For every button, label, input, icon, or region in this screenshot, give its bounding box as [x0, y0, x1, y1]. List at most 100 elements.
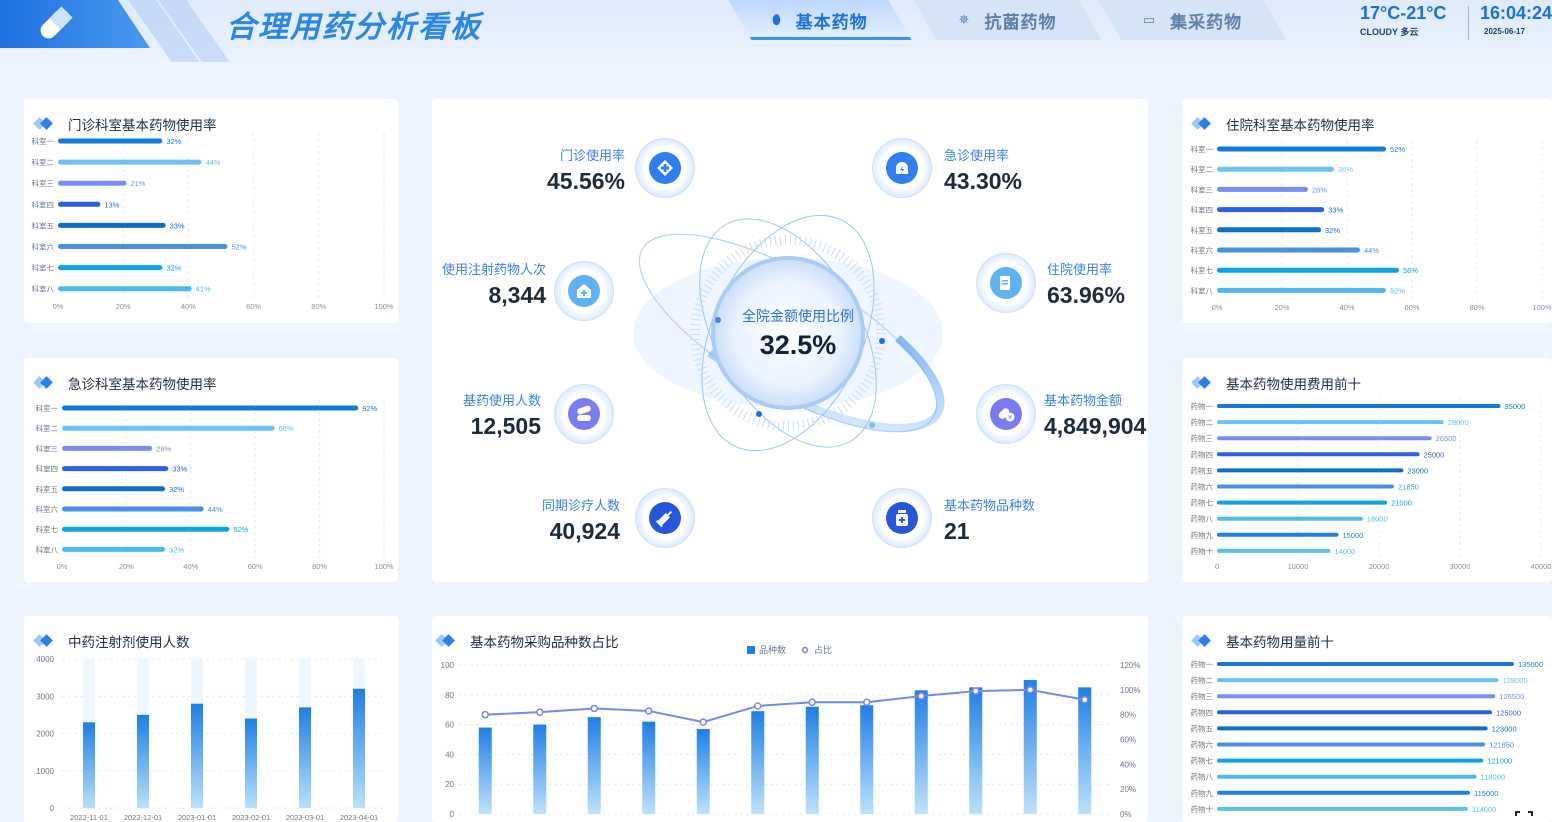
- chart-tcm-injection: 0 1000 2000 3000 4000 2022-11-01 2022-12-01 202…: [36, 655, 386, 822]
- box-icon: ▭: [1142, 12, 1157, 27]
- y2-tick-label: 40%: [1120, 760, 1136, 769]
- legend-label: 品种数: [759, 644, 786, 655]
- category-label: 药物五: [1191, 465, 1214, 475]
- pill-money-icon: ¥: [976, 384, 1036, 444]
- bar: [1217, 146, 1386, 152]
- bar: [1217, 484, 1394, 489]
- fullscreen-icon[interactable]: [1514, 810, 1534, 822]
- tab-essential-drugs[interactable]: ⬮ 基本药物: [728, 0, 912, 40]
- x-tick-label: 100%: [1532, 303, 1552, 312]
- x-tick-label: 40%: [183, 562, 198, 571]
- bar: [1217, 516, 1363, 521]
- data-label: 35000: [1505, 402, 1526, 411]
- data-label: 28%: [156, 444, 171, 453]
- legend-swatch: [801, 646, 809, 654]
- ratio-point: [917, 692, 925, 700]
- bar: [1217, 548, 1331, 553]
- panel-outpatient-rate: 门诊科室基本药物使用率 0% 20% 40% 60% 80% 100% 科室一 32% 科室二 4…: [24, 99, 398, 323]
- bar: [1217, 710, 1492, 715]
- bar: [587, 717, 601, 814]
- bar: [1217, 207, 1325, 213]
- y-tick-label: 4000: [36, 655, 54, 664]
- tab-antibacterial-drugs[interactable]: ✵ 抗菌药物: [913, 0, 1102, 40]
- bar: [1217, 267, 1399, 273]
- data-label: 32%: [166, 264, 181, 273]
- bar: [83, 722, 95, 808]
- syringe-icon: [635, 488, 695, 548]
- ratio-point: [863, 698, 871, 706]
- panel-usage-top10: 基本药物用量前十 药物一 135000 药物二 128000 药物三 126500 药物四 1…: [1182, 616, 1552, 822]
- tab-label: 基本药物: [795, 12, 868, 32]
- category-label: 药物四: [1191, 707, 1214, 717]
- bar: [1217, 500, 1388, 505]
- chart-usage-top10: 药物一 135000 药物二 128000 药物三 126500 药物四 125000 药物五 1…: [1191, 659, 1544, 814]
- bar: [1217, 662, 1514, 666]
- x-tick-label: 80%: [1469, 303, 1484, 312]
- alarm-icon: [872, 138, 932, 198]
- bar: [58, 180, 127, 186]
- x-tick-label: 2023-02-01: [232, 813, 270, 822]
- chart-cost-top10: 0 10000 20000 30000 40000 药物一 35000 药物二 28000 药物三…: [1191, 398, 1552, 571]
- data-label: 21850: [1398, 483, 1419, 492]
- data-label: 41%: [196, 285, 211, 294]
- kpi-value: 45.56%: [546, 168, 625, 194]
- ratio-point: [481, 710, 489, 719]
- category-label: 科室八: [32, 284, 55, 294]
- panel-procurement: 基本药物采购品种数占比 0 20 40 60 80 100 0% 20% 40% 60% 80% 10…: [432, 616, 1148, 822]
- bar: [1217, 758, 1484, 763]
- kpi-label: 门诊使用率: [559, 148, 625, 163]
- kpi-value: 43.30%: [944, 168, 1023, 194]
- bar: [1217, 790, 1470, 795]
- category-label: 科室五: [36, 484, 59, 494]
- category-label: 科室二: [32, 157, 55, 167]
- kpi-label: 急诊使用率: [944, 148, 1010, 163]
- ratio-point: [972, 687, 980, 695]
- clipboard-icon: [976, 253, 1036, 313]
- center-kpi-label: 全院金额使用比例: [742, 308, 854, 324]
- ratio-point: [754, 702, 762, 710]
- data-label: 52%: [1390, 286, 1405, 295]
- category-label: 药物九: [1191, 788, 1214, 798]
- panel-tcm-injection: 中药注射剂使用人数 0 1000 2000 3000 4000 2022-11-01 202…: [24, 616, 398, 822]
- bar: [245, 718, 257, 808]
- category-label: 药物三: [1191, 433, 1214, 443]
- bar: [58, 201, 101, 207]
- data-label: 121000: [1487, 757, 1512, 766]
- category-label: 科室七: [1191, 265, 1214, 275]
- category-label: 科室三: [32, 178, 55, 188]
- x-tick-label: 40000: [1531, 562, 1552, 571]
- data-label: 28%: [1312, 185, 1327, 194]
- bar: [1217, 166, 1334, 172]
- category-label: 科室六: [1191, 245, 1214, 255]
- category-label: 科室二: [36, 423, 59, 433]
- weather-condition: CLOUDY 多云: [1360, 27, 1419, 37]
- kpi-label: 基药使用人数: [462, 393, 541, 408]
- kpi-value: 21: [944, 518, 970, 544]
- category-label: 科室八: [36, 544, 59, 554]
- ratio-point: [645, 707, 653, 715]
- data-label: 121850: [1489, 741, 1514, 750]
- bar: [191, 703, 203, 808]
- category-label: 科室七: [32, 263, 55, 273]
- panel-inpatient-rate: 住院科室基本药物使用率 0% 20% 40% 60% 80% 100% 科室一 52% 科室二 3…: [1182, 99, 1552, 323]
- category-label: 科室一: [32, 136, 55, 146]
- tab-procurement-drugs[interactable]: ▭ 集采药物: [1098, 0, 1287, 40]
- category-label: 科室四: [32, 199, 55, 209]
- data-label: 118000: [1481, 773, 1505, 782]
- x-tick-label: 10000: [1288, 562, 1309, 571]
- bar: [1217, 436, 1432, 441]
- data-label: 123000: [1492, 724, 1517, 733]
- category-label: 科室七: [36, 524, 59, 534]
- category-label: 药物四: [1191, 449, 1214, 459]
- x-tick-label: 60%: [246, 302, 261, 311]
- bar: [1217, 404, 1501, 408]
- category-label: 科室四: [1191, 205, 1214, 215]
- hospital-icon: [554, 261, 614, 321]
- y-tick-label: 80: [445, 691, 454, 700]
- y2-tick-label: 20%: [1120, 785, 1136, 794]
- data-label: 32%: [169, 485, 184, 494]
- kpi-essential-users: 基药使用人数 12,505: [430, 390, 541, 440]
- category-label: 科室一: [1191, 144, 1214, 154]
- x-tick-label: 20%: [1274, 303, 1289, 312]
- category-label: 药物八: [1191, 772, 1214, 782]
